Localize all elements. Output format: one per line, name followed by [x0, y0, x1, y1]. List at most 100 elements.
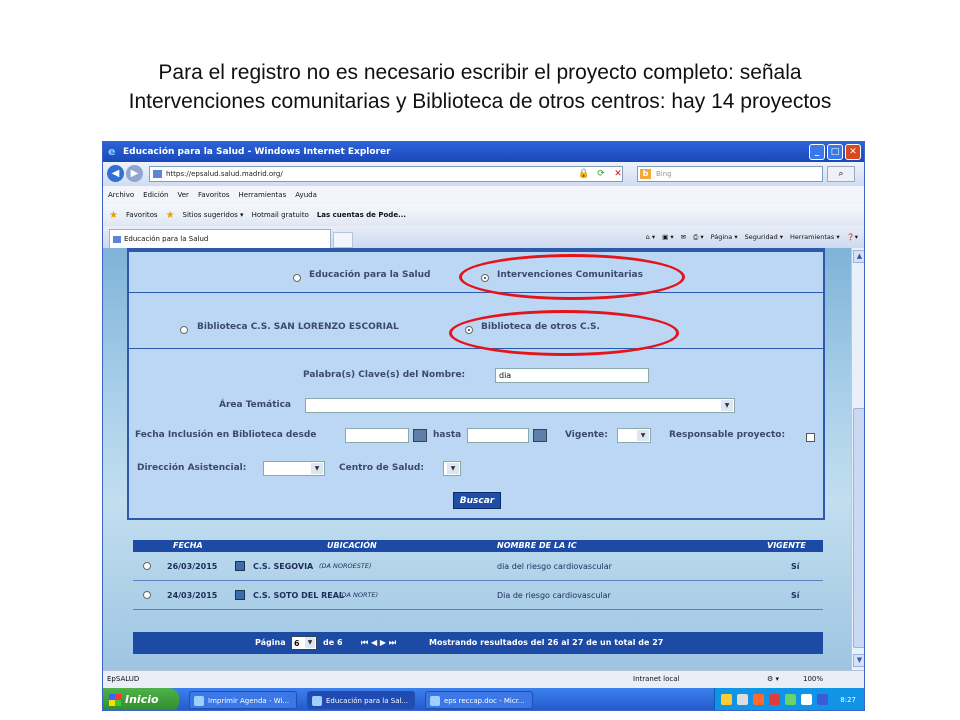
row-radio[interactable] [143, 591, 151, 599]
maximize-button[interactable]: □ [827, 144, 843, 160]
search-input[interactable]: b Bing [637, 166, 823, 182]
fecha-desde-input[interactable] [345, 428, 409, 443]
menu-ayuda[interactable]: Ayuda [295, 186, 317, 204]
buscar-button[interactable]: Buscar [453, 492, 501, 509]
tray-icon[interactable] [721, 694, 732, 705]
cmd-herramientas[interactable]: Herramientas ▾ [790, 231, 840, 243]
print-icon[interactable]: ⎙ ▾ [693, 231, 704, 243]
table-header: FECHA UBICACIÓN NOMBRE DE LA IC VIGENTE [133, 540, 823, 552]
row-centro: C.S. SEGOVIA [253, 562, 314, 571]
add-favorite-icon[interactable]: ★ [166, 210, 175, 221]
centro-label: Centro de Salud: [339, 463, 424, 473]
keywords-input[interactable]: dia [495, 368, 649, 383]
chevron-down-icon: ▼ [721, 400, 733, 411]
lock-icon[interactable]: 🔒 [577, 167, 591, 181]
radio-eps[interactable] [293, 274, 301, 282]
cmd-pagina[interactable]: Página ▾ [711, 231, 738, 243]
fav-hotmail[interactable]: Hotmail gratuito [252, 211, 309, 219]
url-input[interactable]: https://epsalud.salud.madrid.org/ [149, 166, 623, 182]
highlight-oval-ic [459, 254, 685, 300]
direccion-label: Dirección Asistencial: [137, 463, 247, 473]
window-controls: _ □ ✕ [809, 144, 861, 160]
responsable-checkbox[interactable] [806, 433, 815, 442]
forward-icon[interactable]: ▶ [126, 165, 143, 182]
clock: 8:27 [840, 696, 856, 704]
tray-icon[interactable] [785, 694, 796, 705]
tray-icon[interactable] [801, 694, 812, 705]
row-vigente: Sí [791, 562, 800, 571]
favorites-button[interactable]: Favoritos [126, 211, 158, 219]
ie-logo-icon: e [108, 145, 116, 158]
direccion-select[interactable]: ▼ [263, 461, 325, 476]
scroll-thumb[interactable] [853, 408, 864, 648]
centro-select[interactable]: ▼ [443, 461, 461, 476]
zoom-level[interactable]: 100% [803, 671, 823, 688]
start-button[interactable]: Inicio [103, 688, 179, 710]
menu-archivo[interactable]: Archivo [108, 186, 134, 204]
menu-ver[interactable]: Ver [178, 186, 189, 204]
tray-icon[interactable] [769, 694, 780, 705]
home-icon[interactable]: ⌂ ▾ [646, 231, 655, 243]
table-row[interactable]: 24/03/2015 C.S. SOTO DEL REAL (DA NORTE)… [133, 581, 823, 610]
row-da: (DA NORTE) [339, 591, 379, 599]
vigente-select[interactable]: ▼ [617, 428, 651, 443]
intranet-zone: Intranet local [633, 675, 680, 683]
menu-herramientas[interactable]: Herramientas [239, 186, 287, 204]
tray-icon[interactable] [817, 694, 828, 705]
row-fecha: 26/03/2015 [167, 562, 218, 571]
mail-icon[interactable]: ✉ [681, 231, 686, 243]
close-button[interactable]: ✕ [845, 144, 861, 160]
row-vigente: Sí [791, 591, 800, 600]
fav-sitios-sugeridos[interactable]: Sitios sugeridos ▾ [183, 211, 244, 219]
tab-label: Educación para la Salud [124, 235, 209, 243]
table-row[interactable]: 26/03/2015 C.S. SEGOVIA (DA NOROESTE) di… [133, 552, 823, 581]
tray-icon[interactable] [737, 694, 748, 705]
refresh-icon[interactable]: ⟳ [594, 167, 608, 181]
feeds-icon[interactable]: ▣ ▾ [662, 231, 673, 243]
radio-biblioteca-sl[interactable] [180, 326, 188, 334]
chevron-down-icon: ▼ [637, 430, 649, 441]
favorites-star-icon: ★ [109, 209, 118, 221]
task-label: Imprimir Agenda - Wi... [208, 697, 290, 705]
back-icon[interactable]: ◀ [107, 165, 124, 182]
hasta-label: hasta [433, 430, 462, 440]
minimize-button[interactable]: _ [809, 144, 825, 160]
area-label: Área Temática [219, 400, 292, 410]
fecha-hasta-input[interactable] [467, 428, 529, 443]
slide-title: Para el registro no es necesario escribi… [0, 58, 960, 116]
menu-favoritos[interactable]: Favoritos [198, 186, 230, 204]
scroll-down-icon[interactable]: ▼ [853, 654, 864, 667]
chevron-down-icon: ▼ [305, 637, 315, 648]
fav-cuentas[interactable]: Las cuentas de Pode... [317, 211, 406, 219]
tray-icon[interactable] [753, 694, 764, 705]
protected-mode-icon[interactable]: ⚙ ▾ [767, 671, 779, 688]
task-imprimir-agenda[interactable]: Imprimir Agenda - Wi... [189, 691, 297, 709]
scroll-up-icon[interactable]: ▲ [853, 250, 864, 263]
vertical-scrollbar[interactable]: ▲ ▼ [851, 248, 864, 670]
page-icon [153, 170, 162, 178]
slide-title-line1: Para el registro no es necesario escribi… [158, 61, 802, 84]
pager-nav-icons[interactable]: ⏮ ◀ ▶ ⏭ [361, 632, 396, 654]
status-text: EpSALUD [107, 675, 140, 683]
keywords-label: Palabra(s) Clave(s) del Nombre: [303, 370, 466, 380]
cmd-seguridad[interactable]: Seguridad ▾ [745, 231, 783, 243]
row-da: (DA NOROESTE) [319, 562, 372, 570]
tab-educacion[interactable]: Educación para la Salud [109, 229, 331, 248]
help-icon[interactable]: ❓▾ [847, 231, 858, 243]
taskbar: Inicio Imprimir Agenda - Wi... Educación… [103, 688, 864, 710]
task-word-doc[interactable]: eps reccap.doc - Micr... [425, 691, 533, 709]
system-tray: 8:27 [714, 688, 864, 710]
stop-icon[interactable]: ✕ [611, 167, 625, 181]
search-icon[interactable]: ⌕ [827, 166, 855, 182]
row-radio[interactable] [143, 562, 151, 570]
calendar-icon[interactable] [533, 429, 547, 442]
task-educacion-salud[interactable]: Educación para la Sal... [307, 691, 415, 709]
fecha-label: Fecha Inclusión en Biblioteca desde [135, 430, 317, 440]
menu-edicion[interactable]: Edición [143, 186, 168, 204]
page-select[interactable]: 6 ▼ [291, 636, 317, 650]
area-select[interactable]: ▼ [305, 398, 735, 413]
calendar-icon[interactable] [413, 429, 427, 442]
task-label: eps reccap.doc - Micr... [444, 697, 525, 705]
new-tab-button[interactable] [333, 232, 353, 248]
ie-icon [312, 696, 322, 706]
